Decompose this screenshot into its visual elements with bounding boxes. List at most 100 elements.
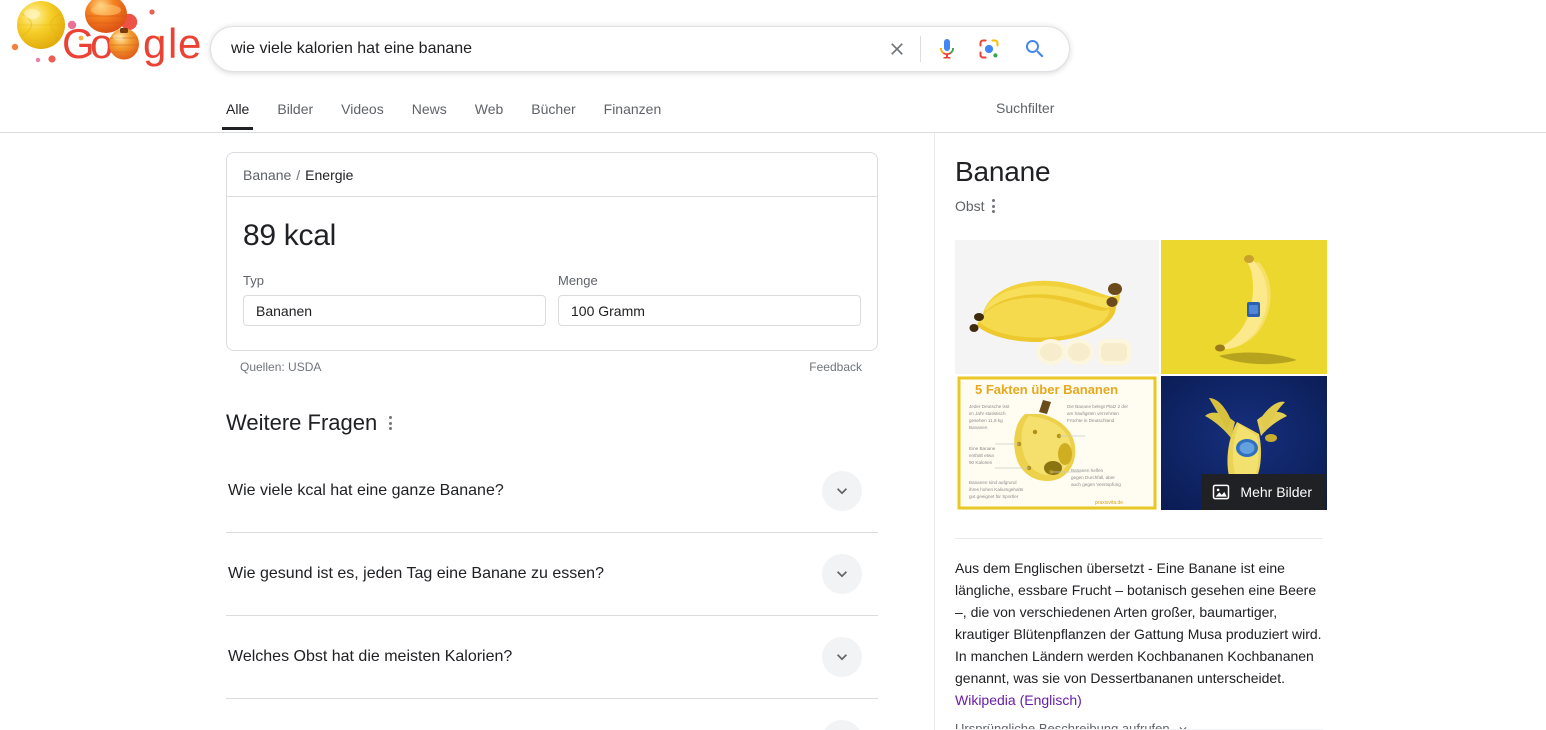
svg-text:auch gegen Verstopfung: auch gegen Verstopfung [1071, 482, 1121, 487]
calorie-card-body: 89 kcal Typ Bananen Menge 100 Gramm [227, 197, 877, 350]
microphone-glyph [940, 39, 954, 59]
knowledge-panel: Banane Obst 5 Fakten über Bananen Jeder … [934, 133, 1354, 730]
paa-question-3[interactable]: Welches Obst hat die meisten Kalorien? [226, 616, 878, 699]
facts-infographic-graphic: 5 Fakten über Bananen Jeder Deutsche iss… [955, 376, 1159, 510]
doodle-graphic: G o g l e [11, 0, 200, 67]
search-bar[interactable] [210, 26, 1070, 72]
calorie-fields: Typ Bananen Menge 100 Gramm [243, 273, 861, 326]
microphone-icon[interactable] [931, 33, 963, 65]
close-glyph [891, 43, 903, 55]
more-images-label: Mehr Bilder [1240, 484, 1312, 500]
paa-question-text: Wie viele kcal hat eine ganze Banane? [228, 482, 504, 499]
card-feedback-link[interactable]: Feedback [809, 360, 876, 374]
wikipedia-source-link[interactable]: Wikipedia (Englisch) [955, 689, 1082, 711]
paa-options-icon[interactable] [386, 412, 395, 434]
paa-question-1[interactable]: Wie viele kcal hat eine ganze Banane? [226, 450, 878, 533]
close-icon[interactable] [880, 32, 914, 66]
svg-text:l: l [168, 20, 176, 67]
paa-title: Weitere Fragen [226, 410, 378, 435]
search-icon[interactable] [1019, 33, 1051, 65]
kp-image-bananas-white-background[interactable] [955, 240, 1159, 374]
field-menge: Menge 100 Gramm [558, 273, 861, 326]
svg-text:Früchte in Deutschland: Früchte in Deutschland [1067, 418, 1115, 423]
paa-question-2[interactable]: Wie gesund ist es, jeden Tag eine Banane… [226, 533, 878, 616]
field-typ-value[interactable]: Bananen [243, 295, 546, 326]
tab-bilder[interactable]: Bilder [277, 92, 313, 130]
breadcrumb: Banane / Energie [227, 153, 877, 197]
svg-text:G: G [62, 20, 94, 67]
lens-glyph [979, 39, 999, 59]
svg-text:ihres hohen Kaliumgehalts: ihres hohen Kaliumgehalts [969, 487, 1024, 492]
google-lens-icon[interactable] [973, 33, 1005, 65]
breadcrumb-current[interactable]: Energie [305, 167, 353, 183]
search-divider [920, 36, 921, 62]
bananas-white-graphic [955, 240, 1159, 374]
tabs-row: Alle Bilder Videos News Web Bücher Finan… [0, 92, 1546, 133]
svg-text:im Jahr statistisch: im Jahr statistisch [969, 411, 1006, 416]
chevron-down-glyph [837, 571, 847, 578]
svg-text:5 Fakten über Bananen: 5 Fakten über Bananen [975, 382, 1118, 397]
search-tabs: Alle Bilder Videos News Web Bücher Finan… [221, 92, 689, 130]
svg-text:gesehen 11,8 kg: gesehen 11,8 kg [969, 418, 1003, 423]
paa-header: Weitere Fragen [226, 410, 878, 436]
tab-buecher[interactable]: Bücher [531, 92, 575, 130]
paa-question-text: Wie gesund ist es, jeden Tag eine Banane… [228, 565, 604, 582]
svg-text:gut geeignet für Sportler: gut geeignet für Sportler [969, 494, 1019, 499]
search-input[interactable] [211, 27, 880, 71]
people-also-ask-section: Weitere Fragen Wie viele kcal hat eine g… [226, 410, 878, 730]
google-doodle-logo[interactable]: G o g l e [8, 0, 200, 78]
image-icon [1213, 484, 1230, 500]
paa-question-text: Welches Obst hat die meisten Kalorien? [228, 648, 513, 665]
breadcrumb-root[interactable]: Banane [243, 167, 291, 183]
tab-videos[interactable]: Videos [341, 92, 384, 130]
search-glyph [1026, 40, 1044, 58]
knowledge-panel-options-icon[interactable] [989, 195, 998, 217]
breadcrumb-separator: / [296, 167, 301, 183]
knowledge-panel-subtitle: Obst [955, 198, 985, 214]
svg-text:gegen Durchfall, aber: gegen Durchfall, aber [1071, 475, 1115, 480]
chevron-down-glyph [837, 654, 847, 661]
kp-image-banana-yellow-background[interactable] [1161, 240, 1327, 374]
sources-label: Quellen: USDA [240, 360, 322, 374]
search-filters-button[interactable]: Suchfilter [996, 100, 1054, 116]
svg-text:g: g [143, 20, 165, 67]
chevron-down-icon[interactable] [822, 637, 862, 677]
chevron-down-icon[interactable] [822, 720, 862, 730]
description-text: Aus dem Englischen übersetzt - Eine Bana… [955, 560, 1322, 686]
svg-text:enthält etwa: enthält etwa [969, 453, 994, 458]
paa-question-4[interactable]: Hat eine Banane mehr Kalorien als ein Ap… [226, 699, 878, 730]
chevron-down-glyph [837, 488, 847, 495]
more-images-button[interactable]: Mehr Bilder [1201, 474, 1325, 510]
svg-text:Eine Banane: Eine Banane [969, 446, 996, 451]
svg-text:Jeder Deutsche isst: Jeder Deutsche isst [969, 404, 1010, 409]
field-menge-value[interactable]: 100 Gramm [558, 295, 861, 326]
field-typ: Typ Bananen [243, 273, 546, 326]
svg-text:am häufigsten verzehrten: am häufigsten verzehrten [1067, 411, 1119, 416]
chevron-down-icon[interactable] [822, 471, 862, 511]
page-header: G o g l e wie viele kalorien hat eine ba… [0, 0, 1546, 133]
svg-text:e: e [178, 20, 200, 67]
calorie-card-footer: Quellen: USDA Feedback [226, 351, 878, 374]
knowledge-panel-description: Aus dem Englischen übersetzt - Eine Bana… [955, 557, 1327, 711]
svg-text:praxisvita.de: praxisvita.de [1095, 500, 1123, 506]
calorie-answer-card: Banane / Energie 89 kcal Typ Bananen Menge… [226, 152, 878, 351]
tab-alle[interactable]: Alle [221, 92, 254, 130]
field-menge-label: Menge [558, 273, 598, 288]
knowledge-panel-image-grid: 5 Fakten über Bananen Jeder Deutsche iss… [955, 240, 1327, 512]
tab-web[interactable]: Web [475, 92, 504, 130]
chevron-down-icon[interactable] [822, 554, 862, 594]
svg-text:Bananen sind aufgrund: Bananen sind aufgrund [969, 480, 1017, 485]
calorie-value: 89 kcal [243, 219, 336, 252]
knowledge-panel-title: Banane [955, 156, 1051, 187]
svg-text:Bananen: Bananen [969, 425, 988, 430]
tab-news[interactable]: News [412, 92, 447, 130]
svg-text:90 Kalorien: 90 Kalorien [969, 460, 993, 465]
svg-text:Die Banane belegt Platz 2 der: Die Banane belegt Platz 2 der [1067, 404, 1129, 409]
svg-text:o: o [90, 20, 112, 67]
tab-finanzen[interactable]: Finanzen [604, 92, 662, 130]
kp-image-banana-facts-infographic[interactable]: 5 Fakten über Bananen Jeder Deutsche iss… [955, 376, 1159, 510]
left-results-column: Banane / Energie 89 kcal Typ Bananen Menge… [226, 152, 878, 730]
main-content: Banane / Energie 89 kcal Typ Bananen Menge… [0, 133, 1546, 730]
knowledge-panel-subtitle-row: Obst [955, 195, 1354, 217]
knowledge-panel-separator [955, 538, 1323, 539]
